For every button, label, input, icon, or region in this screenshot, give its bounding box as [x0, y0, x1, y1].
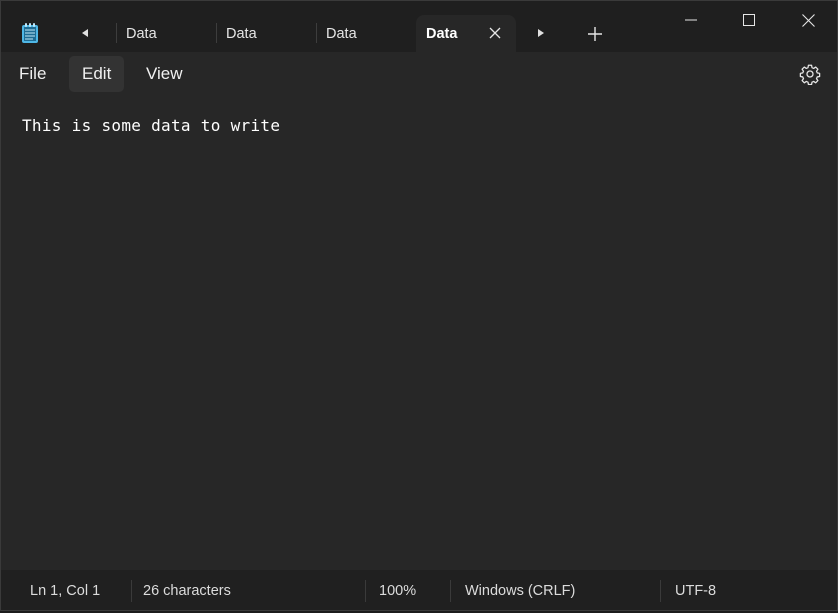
tab-data-1[interactable]: Data — [116, 15, 216, 52]
menu-view[interactable]: View — [133, 56, 196, 92]
notepad-window: Data Data Data Data File Edit View This … — [0, 0, 838, 611]
editor-content[interactable]: This is some data to write — [22, 116, 280, 135]
line-ending-format[interactable]: Windows (CRLF) — [465, 570, 575, 610]
scroll-tabs-left-button[interactable] — [75, 23, 95, 43]
tab-separator — [216, 23, 217, 43]
tab-separator — [316, 23, 317, 43]
status-separator — [131, 580, 132, 602]
zoom-level[interactable]: 100% — [379, 570, 416, 610]
caret-right-icon — [538, 29, 544, 37]
close-window-button[interactable] — [779, 1, 837, 39]
status-bar: Ln 1, Col 1 26 characters 100% Windows (… — [1, 570, 837, 610]
notepad-icon — [22, 23, 38, 43]
tab-data-2[interactable]: Data — [216, 15, 316, 52]
encoding[interactable]: UTF-8 — [675, 570, 716, 610]
close-tab-icon[interactable] — [488, 26, 502, 40]
maximize-button[interactable] — [720, 1, 778, 39]
status-separator — [660, 580, 661, 602]
new-tab-plus-icon[interactable] — [586, 25, 604, 43]
menu-edit[interactable]: Edit — [69, 56, 125, 92]
status-separator — [365, 580, 366, 602]
caret-left-icon — [82, 29, 88, 37]
status-separator — [450, 580, 451, 602]
character-count: 26 characters — [143, 583, 231, 599]
gear-icon[interactable] — [799, 63, 821, 85]
menu-file[interactable]: File — [6, 56, 59, 92]
minimize-button[interactable] — [662, 1, 720, 39]
close-icon — [801, 13, 815, 27]
scroll-tabs-right-button[interactable] — [531, 23, 551, 43]
menu-bar: File Edit View — [1, 52, 837, 96]
tab-label: Data — [126, 25, 157, 42]
text-editor-area[interactable]: This is some data to write — [1, 96, 837, 569]
tab-label: Data — [426, 25, 458, 42]
maximize-icon — [743, 14, 755, 26]
cursor-position[interactable]: Ln 1, Col 1 — [30, 570, 100, 610]
title-bar: Data Data Data Data — [1, 1, 837, 52]
tab-data-3[interactable]: Data — [316, 15, 416, 52]
tab-separator — [116, 23, 117, 43]
tab-data-active[interactable]: Data — [416, 15, 516, 52]
minimize-icon — [685, 19, 697, 21]
tab-label: Data — [326, 25, 357, 42]
tab-label: Data — [226, 25, 257, 42]
